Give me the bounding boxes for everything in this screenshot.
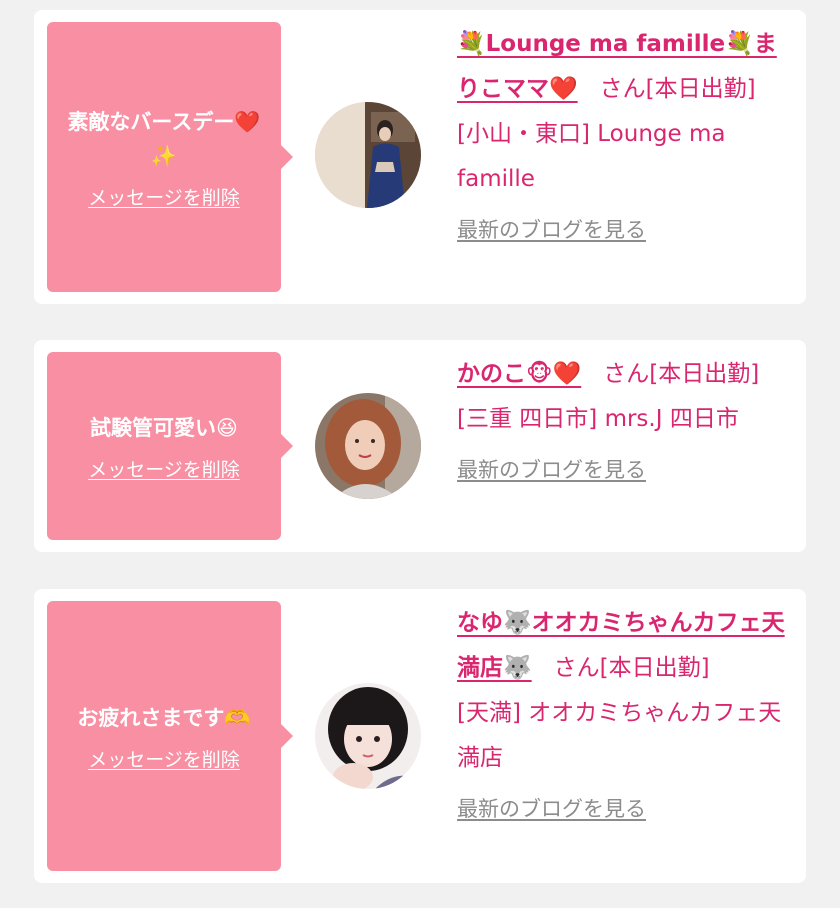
- latest-blog-link[interactable]: 最新のブログを見る: [457, 210, 797, 250]
- member-name-line: かのこ🐵❤️ さん[本日出勤]: [457, 352, 797, 397]
- member-location: [三重 四日市] mrs.J 四日市: [457, 406, 739, 432]
- latest-blog-link[interactable]: 最新のブログを見る: [457, 789, 797, 829]
- message-text: 試験管可愛い😆: [90, 415, 238, 440]
- avatar[interactable]: [315, 393, 421, 499]
- member-location: [小山・東口] Lounge ma famille: [457, 121, 726, 192]
- avatar-photo: [315, 683, 421, 789]
- avatar-photo: [315, 393, 421, 499]
- message-card: 試験管可愛い😆 メッセージを削除 かのこ🐵❤️ さん[本日出勤] [三重 四日市]…: [34, 340, 806, 552]
- latest-blog-link[interactable]: 最新のブログを見る: [457, 450, 797, 490]
- message-bubble: 素敵なバースデー❤️✨ メッセージを削除: [47, 22, 293, 292]
- member-name-line: 💐Lounge ma famille💐まりこママ❤️ さん[本日出勤]: [457, 22, 797, 112]
- member-info: 💐Lounge ma famille💐まりこママ❤️ さん[本日出勤] [小山・東…: [457, 22, 797, 250]
- member-info: なゆ🐺オオカミちゃんカフェ天満店🐺 さん[本日出勤] [天満] オオカミちゃんカフ…: [457, 601, 797, 829]
- delete-message-link[interactable]: メッセージを削除: [88, 455, 240, 482]
- avatar[interactable]: [315, 102, 421, 208]
- member-info: かのこ🐵❤️ さん[本日出勤] [三重 四日市] mrs.J 四日市 最新のブログ…: [457, 352, 797, 490]
- message-text: お疲れさまです🫶: [77, 705, 251, 730]
- delete-message-link[interactable]: メッセージを削除: [88, 183, 240, 210]
- member-honorific: さん[本日出勤]: [553, 655, 710, 681]
- member-honorific: さん[本日出勤]: [603, 361, 760, 387]
- member-honorific: さん[本日出勤]: [599, 76, 756, 102]
- message-card: 素敵なバースデー❤️✨ メッセージを削除 💐Lounge ma famille💐…: [34, 10, 806, 304]
- member-name-line: なゆ🐺オオカミちゃんカフェ天満店🐺 さん[本日出勤]: [457, 601, 797, 691]
- message-text: 素敵なバースデー❤️✨: [67, 109, 261, 168]
- member-name-link[interactable]: かのこ🐵❤️: [457, 361, 581, 387]
- delete-message-link[interactable]: メッセージを削除: [88, 745, 240, 772]
- message-bubble: 試験管可愛い😆 メッセージを削除: [47, 352, 293, 540]
- avatar-photo: [315, 102, 421, 208]
- member-location: [天満] オオカミちゃんカフェ天満店: [457, 700, 782, 771]
- avatar[interactable]: [315, 683, 421, 789]
- message-bubble: お疲れさまです🫶 メッセージを削除: [47, 601, 293, 871]
- message-card: お疲れさまです🫶 メッセージを削除 なゆ🐺オオカミちゃんカフェ天満店🐺 さん[本日…: [34, 589, 806, 883]
